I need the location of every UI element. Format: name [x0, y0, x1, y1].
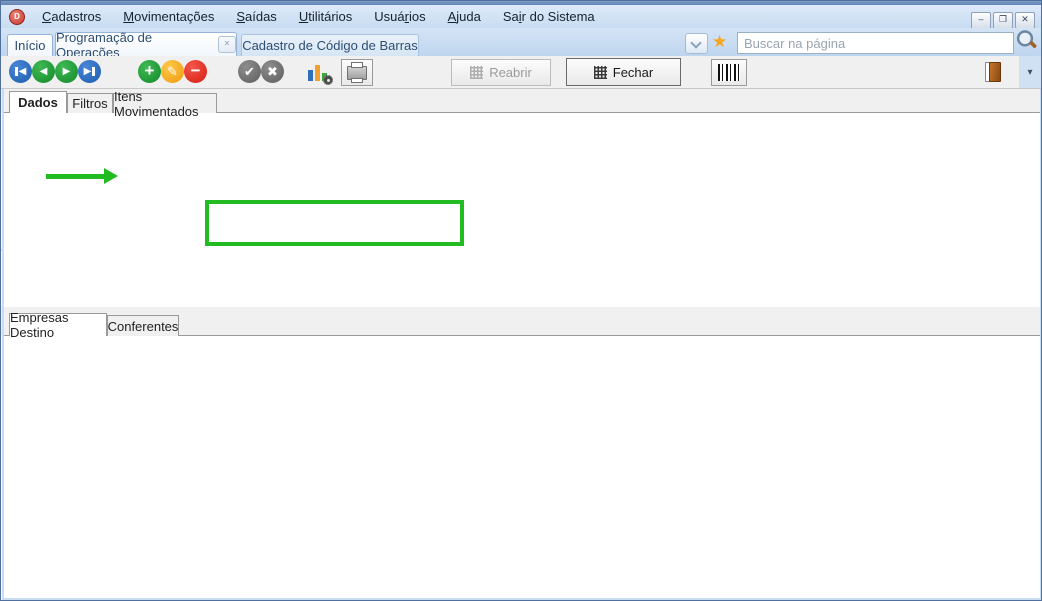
chart-button[interactable]	[306, 60, 332, 84]
menu-saidas[interactable]: Saídas	[225, 7, 287, 26]
application-window: D Cadastros Movimentações Saídas Utilitá…	[0, 0, 1042, 601]
empresas-destino-sheet	[4, 335, 1040, 599]
window-controls: – ❐ ✕	[971, 12, 1035, 29]
tab-conferentes[interactable]: Conferentes	[107, 315, 179, 336]
tab-empresas-destino[interactable]: Empresas Destino	[9, 313, 107, 336]
confirm-button[interactable]: ✔	[238, 60, 261, 83]
delete-button[interactable]: −	[184, 60, 207, 83]
toolbar-more-icon[interactable]: ▾	[1027, 67, 1032, 78]
menu-utilitarios[interactable]: Utilitários	[288, 7, 363, 26]
barcode-icon	[718, 64, 740, 81]
tab-close-icon[interactable]: ✕	[218, 36, 236, 53]
print-button[interactable]	[341, 59, 373, 86]
tab-dados[interactable]: Dados	[9, 91, 67, 113]
next-record-button[interactable]: ▶	[55, 60, 78, 83]
fechar-icon	[594, 66, 607, 79]
toolbar-overflow-strip: ▾	[1019, 56, 1041, 88]
chart-bar-blue	[308, 70, 313, 81]
barcode-button[interactable]	[711, 59, 747, 86]
tab-cadastro-codigo-barras[interactable]: Cadastro de Código de Barras	[241, 34, 419, 56]
minus-icon: −	[191, 62, 201, 79]
app-icon: D	[9, 9, 25, 25]
check-icon: ✔	[244, 65, 255, 78]
tab-filtros[interactable]: Filtros	[67, 93, 113, 113]
previous-icon: ◀	[40, 67, 48, 77]
last-record-button[interactable]: ▶	[78, 60, 101, 83]
tab-programacao-de-operacoes[interactable]: Programação de Operações ✕	[55, 32, 237, 56]
previous-record-button[interactable]: ◀	[32, 60, 55, 83]
tab-itens-movimentados[interactable]: Itens Movimentados	[113, 93, 217, 113]
document-tab-strip: Início Programação de Operações ✕ Cadast…	[1, 28, 1041, 56]
close-button[interactable]: ✕	[1015, 12, 1035, 29]
first-record-button[interactable]: ◀	[9, 60, 32, 83]
chevron-down-icon	[690, 37, 701, 48]
restore-button[interactable]: ❐	[993, 12, 1013, 29]
exit-button[interactable]	[985, 62, 1001, 82]
dados-sheet	[4, 112, 1040, 307]
chart-bar-orange	[315, 65, 320, 81]
fechar-button[interactable]: Fechar	[566, 58, 681, 86]
first-record-icon	[15, 67, 18, 76]
window-left-edge	[2, 89, 4, 598]
reabrir-button[interactable]: Reabrir	[451, 59, 551, 86]
x-icon: ✖	[267, 65, 278, 78]
menu-bar: D Cadastros Movimentações Saídas Utilitá…	[1, 5, 1041, 28]
last-record-icon	[92, 67, 95, 76]
menu-movimentacoes[interactable]: Movimentações	[112, 7, 225, 26]
tab-inicio[interactable]: Início	[7, 34, 53, 56]
plus-icon: +	[145, 62, 155, 79]
menu-ajuda[interactable]: Ajuda	[437, 7, 492, 26]
main-toolbar: ◀ ◀ ▶ ▶ + ✎ − ✔ ✖ Reabrir Fechar ▾	[1, 56, 1041, 89]
edit-button[interactable]: ✎	[161, 60, 184, 83]
pencil-icon: ✎	[167, 65, 178, 78]
menu-cadastros[interactable]: Cadastros	[31, 7, 112, 26]
next-icon: ▶	[63, 67, 71, 77]
cancel-button[interactable]: ✖	[261, 60, 284, 83]
door-icon	[989, 62, 1001, 82]
gear-icon	[323, 75, 333, 85]
tab-list-chevron-button[interactable]	[685, 33, 708, 54]
search-icon	[1017, 30, 1038, 51]
menu-sair-do-sistema[interactable]: Sair do Sistema	[492, 7, 606, 26]
minimize-button[interactable]: –	[971, 12, 991, 29]
printer-icon	[347, 66, 367, 80]
page-search-button[interactable]	[1017, 30, 1038, 58]
favorites-star-icon[interactable]: ★	[712, 33, 727, 50]
reabrir-icon	[470, 66, 483, 79]
menu-usuarios[interactable]: Usuários	[363, 7, 436, 26]
add-button[interactable]: +	[138, 60, 161, 83]
search-input[interactable]	[737, 32, 1014, 54]
